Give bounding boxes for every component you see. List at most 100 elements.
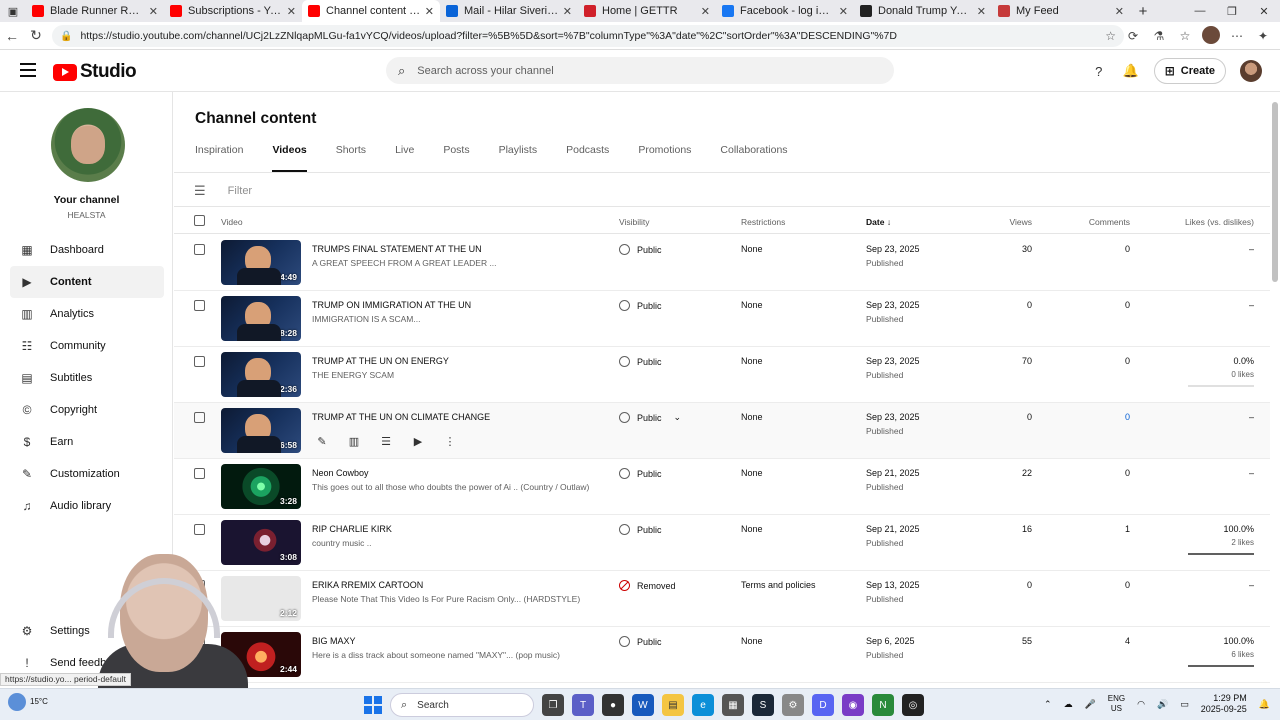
tab-live[interactable]: Live (395, 144, 414, 172)
favorites-icon[interactable]: ☆ (1176, 26, 1194, 46)
visibility-cell[interactable]: Removed (619, 580, 676, 591)
table-row[interactable]: 6:58 TRUMP AT THE UN ON CLIMATE CHANGE P… (174, 403, 1270, 459)
edge-icon[interactable]: e (692, 694, 714, 716)
channel-search-input[interactable]: ⌕ Search across your channel (386, 57, 894, 84)
filter-icon[interactable]: ☰ (194, 183, 206, 199)
copilot-icon[interactable]: ✦ (1254, 26, 1272, 46)
maximize-icon[interactable]: ❐ (1216, 0, 1248, 22)
sidebar-item-content[interactable]: ▶ Content (10, 266, 164, 298)
browser-profile-avatar[interactable] (1202, 26, 1220, 44)
weather-widget[interactable]: 15°C (8, 693, 48, 711)
browser-tab[interactable]: Subscriptions - YouTube ✕ (164, 0, 302, 22)
tab-posts[interactable]: Posts (443, 144, 469, 172)
sidebar-item-audio-library[interactable]: ♫ Audio library (10, 490, 164, 522)
volume-icon[interactable]: 🔊 (1157, 699, 1168, 710)
sidebar-item-community[interactable]: ☷ Community (10, 330, 164, 362)
video-title[interactable]: TRUMP AT THE UN ON ENERGY (312, 356, 449, 366)
sidebar-item-customization[interactable]: ✎ Customization (10, 458, 164, 490)
back-icon[interactable]: ← (0, 28, 24, 44)
video-title[interactable]: TRUMP AT THE UN ON CLIMATE CHANGE (312, 412, 490, 422)
table-row[interactable]: 2:12 ERIKA RREMIX CARTOON Please Note Th… (174, 571, 1270, 627)
table-row[interactable]: 4:49 TRUMPS FINAL STATEMENT AT THE UN A … (174, 235, 1270, 291)
row-checkbox[interactable] (194, 356, 205, 367)
help-icon[interactable]: ? (1090, 62, 1108, 80)
tray-overflow-icon[interactable]: ⌃ (1044, 699, 1052, 710)
sidebar-item-earn[interactable]: $ Earn (10, 426, 164, 458)
sidebar-item-subtitles[interactable]: ▤ Subtitles (10, 362, 164, 394)
comments-cell[interactable]: 0 (1125, 412, 1130, 422)
browser-tab[interactable]: Facebook - log in or sign up ✕ (716, 0, 854, 22)
onedrive-icon[interactable]: ☁ (1064, 699, 1073, 710)
extensions-icon[interactable]: ⚗ (1150, 26, 1168, 46)
tab-inspiration[interactable]: Inspiration (195, 144, 243, 172)
col-date[interactable]: Date ↓ (866, 217, 891, 227)
battery-icon[interactable]: ▭ (1180, 699, 1189, 710)
video-thumbnail[interactable]: 4:49 (221, 240, 301, 285)
calculator-icon[interactable]: ▦ (722, 694, 744, 716)
video-title[interactable]: ERIKA RREMIX CARTOON (312, 580, 423, 590)
language-indicator[interactable]: ENG US (1108, 694, 1125, 714)
browser-tab[interactable]: My Feed ✕ (992, 0, 1130, 22)
browser-tab[interactable]: Donald Trump Yelling at the ✕ (854, 0, 992, 22)
visibility-cell[interactable]: Public ⌄ (619, 412, 681, 423)
row-checkbox[interactable] (194, 524, 205, 535)
browser-tab[interactable]: Mail - Hilar Siveri - Outlook ✕ (440, 0, 578, 22)
sidebar-item-dashboard[interactable]: ▦ Dashboard (10, 234, 164, 266)
tab-close-icon[interactable]: ✕ (425, 5, 434, 18)
video-title[interactable]: BIG MAXY (312, 636, 356, 646)
menu-icon[interactable] (20, 63, 36, 77)
app-icon[interactable]: ◉ (842, 694, 864, 716)
file-explorer-icon[interactable]: ▤ (662, 694, 684, 716)
row-checkbox[interactable] (194, 244, 205, 255)
refresh-icon[interactable]: ↻ (24, 27, 48, 44)
col-restrictions[interactable]: Restrictions (741, 217, 785, 227)
microphone-icon[interactable]: 🎤 (1085, 699, 1096, 710)
more-options-icon[interactable]: ⋮ (442, 434, 458, 448)
browser-tab[interactable]: Home | GETTR ✕ (578, 0, 716, 22)
col-likes[interactable]: Likes (vs. dislikes) (1185, 217, 1254, 227)
tab-close-icon[interactable]: ✕ (977, 5, 986, 18)
clock[interactable]: 1:29 PM 2025-09-25 (1201, 693, 1247, 715)
video-title[interactable]: TRUMP ON IMMIGRATION AT THE UN (312, 300, 471, 310)
video-title[interactable]: RIP CHARLIE KIRK (312, 524, 392, 534)
visibility-cell[interactable]: Public (619, 244, 662, 255)
word-icon[interactable]: W (632, 694, 654, 716)
teams-icon[interactable]: T (572, 694, 594, 716)
youtube-view-icon[interactable]: ▶ (410, 434, 426, 448)
sidebar-item-analytics[interactable]: ▥ Analytics (10, 298, 164, 330)
tab-actions-icon[interactable]: ▣ (0, 0, 26, 22)
sidebar-item-copyright[interactable]: © Copyright (10, 394, 164, 426)
discord-icon[interactable]: D (812, 694, 834, 716)
visibility-cell[interactable]: Public (619, 468, 662, 479)
tab-close-icon[interactable]: ✕ (563, 5, 572, 18)
chevron-down-icon[interactable]: ⌄ (674, 412, 682, 423)
address-bar[interactable]: 🔒 https://studio.youtube.com/channel/UCj… (52, 25, 1124, 47)
steam-icon[interactable]: S (752, 694, 774, 716)
table-row[interactable]: 2:36 TRUMP AT THE UN ON ENERGY THE ENERG… (174, 347, 1270, 403)
visibility-cell[interactable]: Public (619, 636, 662, 647)
tab-podcasts[interactable]: Podcasts (566, 144, 609, 172)
notifications-bell-icon[interactable]: 🔔 (1122, 62, 1140, 80)
select-all-checkbox[interactable] (194, 215, 205, 226)
row-checkbox[interactable] (194, 300, 205, 311)
tab-close-icon[interactable]: ✕ (839, 5, 848, 18)
favorite-star-icon[interactable]: ☆ (1105, 29, 1116, 43)
new-tab-button[interactable]: + (1130, 3, 1156, 20)
channel-avatar[interactable] (51, 108, 125, 182)
tab-shorts[interactable]: Shorts (336, 144, 366, 172)
account-avatar[interactable] (1240, 60, 1262, 82)
tab-close-icon[interactable]: ✕ (701, 5, 710, 18)
col-comments[interactable]: Comments (1089, 217, 1130, 227)
filter-bar[interactable]: ☰ Filter (194, 180, 252, 202)
visibility-cell[interactable]: Public (619, 356, 662, 367)
edit-pencil-icon[interactable]: ✎ (314, 434, 330, 448)
browser-tab[interactable]: Channel content - YouTube ✕ (302, 0, 440, 22)
table-row[interactable]: 3:28 Neon Cowboy This goes out to all th… (174, 459, 1270, 515)
visibility-cell[interactable]: Public (619, 524, 662, 535)
task-view-icon[interactable]: ❐ (542, 694, 564, 716)
settings-app-icon[interactable]: ⚙ (782, 694, 804, 716)
wifi-icon[interactable]: ◠ (1137, 699, 1145, 710)
col-views[interactable]: Views (1009, 217, 1032, 227)
app-icon[interactable]: ● (602, 694, 624, 716)
tab-close-icon[interactable]: ✕ (287, 5, 296, 18)
